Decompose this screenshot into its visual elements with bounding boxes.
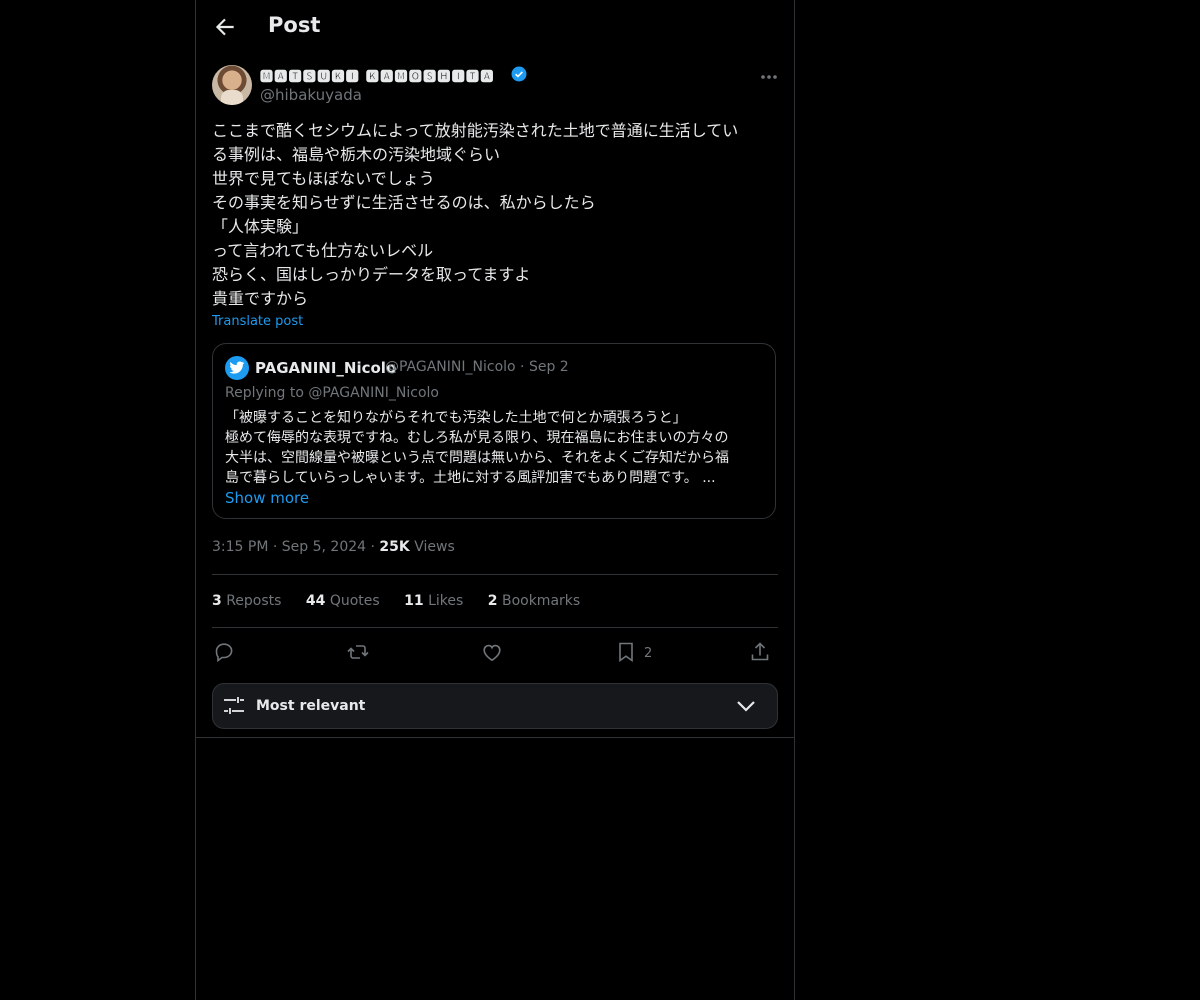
post-metadata: 3:15 PM · Sep 5, 2024 · 25K Views	[212, 539, 455, 555]
post-text-line: 恐らく、国はしっかりデータを取ってますよ	[212, 265, 531, 284]
quoted-author-avatar	[225, 356, 249, 380]
quoted-text-line: 極めて侮辱的な表現ですね。むしろ私が見る限り、現在福島にお住まいの方々の	[225, 430, 729, 446]
post-author: 🅼🅰🆃🆂🆄🅺🅸 🅺🅰🅼🅾🆂🅷🅸🆃🅰 @hibakuyada	[212, 64, 778, 108]
chevron-down-icon	[735, 698, 757, 714]
meta-dot: ·	[272, 539, 282, 555]
reposts-count: 3	[212, 593, 222, 609]
post-text-line: 「人体実験」	[212, 217, 309, 236]
quoted-text-line: 大半は、空間線量や被曝という点で問題は無いから、それをよくご存知だから福	[225, 450, 729, 466]
reposts-label: Reposts	[226, 593, 282, 609]
post-text-line: る事例は、福島や栃木の汚染地域ぐらい	[212, 145, 501, 164]
engagement-stats: 3 Reposts 44 Quotes 11 Likes 2 Bookmarks	[212, 593, 600, 609]
quotes-count: 44	[305, 593, 326, 609]
divider	[196, 737, 794, 738]
quotes-label: Quotes	[329, 593, 380, 609]
quoted-author-name[interactable]: PAGANINI_Nicolo	[255, 359, 396, 377]
translate-post-link[interactable]: Translate post	[212, 314, 303, 329]
post-text: ここまで酷くセシウムによって放射能汚染された土地で普通に生活してい る事例は、福…	[212, 119, 778, 311]
back-arrow-icon[interactable]	[212, 14, 238, 40]
bookmark-icon[interactable]	[614, 640, 640, 666]
divider	[212, 574, 778, 575]
post-detail-column: Post 🅼🅰🆃🆂🆄🅺🅸 🅺🅰🅼🅾🆂🅷🅸🆃🅰 @hibakuyada ここまで酷…	[195, 0, 795, 1000]
meta-dot: ·	[520, 359, 529, 375]
author-display-name[interactable]: 🅼🅰🆃🆂🆄🅺🅸 🅺🅰🅼🅾🆂🅷🅸🆃🅰	[260, 66, 495, 85]
sort-label: Most relevant	[256, 698, 366, 714]
author-handle[interactable]: @hibakuyada	[260, 86, 362, 104]
like-icon[interactable]	[480, 640, 506, 666]
divider	[212, 627, 778, 628]
likes-stat[interactable]: 11 Likes	[404, 593, 463, 609]
post-time[interactable]: 3:15 PM	[212, 539, 268, 555]
quoted-post-date[interactable]: Sep 2	[529, 359, 569, 375]
page-header: Post	[196, 0, 794, 54]
quoted-author-handle[interactable]: @PAGANINI_Nicolo	[385, 359, 516, 375]
quoted-text-line: 島で暮らしていらっしゃいます。土地に対する風評加害でもあり問題です。 ...	[225, 470, 716, 486]
post-date[interactable]: Sep 5, 2024	[282, 539, 366, 555]
quoted-text-line: 「被曝することを知りながらそれでも汚染した土地で何とか頑張ろうと」	[225, 410, 687, 426]
likes-count: 11	[404, 593, 424, 609]
bookmarks-stat[interactable]: 2 Bookmarks	[488, 593, 580, 609]
avatar[interactable]	[212, 65, 252, 105]
reposts-stat[interactable]: 3 Reposts	[212, 593, 281, 609]
quotes-stat[interactable]: 44 Quotes	[306, 593, 380, 609]
more-options-icon[interactable]	[756, 68, 782, 86]
bookmark-count: 2	[644, 646, 653, 661]
likes-label: Likes	[428, 593, 464, 609]
quoted-post[interactable]: PAGANINI_Nicolo @PAGANINI_Nicolo · Sep 2…	[212, 343, 776, 519]
page-title: Post	[268, 13, 321, 37]
quoted-author-meta: @PAGANINI_Nicolo · Sep 2	[385, 359, 569, 375]
bookmarks-count: 2	[487, 593, 498, 609]
views-label: Views	[414, 539, 455, 555]
action-bar: 2	[212, 638, 778, 666]
post-text-line: って言われても仕方ないレベル	[212, 241, 434, 260]
post-text-line: 貴重ですから	[212, 289, 309, 308]
sort-replies-dropdown[interactable]: Most relevant	[212, 683, 778, 729]
verified-badge-icon	[510, 65, 528, 83]
bookmarks-label: Bookmarks	[501, 593, 581, 609]
bird-icon	[229, 361, 245, 374]
show-more-link[interactable]: Show more	[225, 489, 309, 507]
reply-icon[interactable]	[212, 640, 238, 666]
replying-to: Replying to @PAGANINI_Nicolo	[225, 385, 439, 401]
post-text-line: その事実を知らせずに生活させるのは、私からしたら	[212, 193, 596, 212]
post-text-line: 世界で見てもほぼないでしょう	[212, 169, 435, 188]
repost-icon[interactable]	[346, 640, 372, 666]
post-text-line: ここまで酷くセシウムによって放射能汚染された土地で普通に生活してい	[212, 121, 739, 140]
views-count: 25K	[379, 539, 410, 555]
sliders-icon	[223, 695, 245, 717]
share-icon[interactable]	[748, 640, 774, 666]
quoted-post-text: 「被曝することを知りながらそれでも汚染した土地で何とか頑張ろうと」 極めて侮辱的…	[225, 408, 771, 488]
